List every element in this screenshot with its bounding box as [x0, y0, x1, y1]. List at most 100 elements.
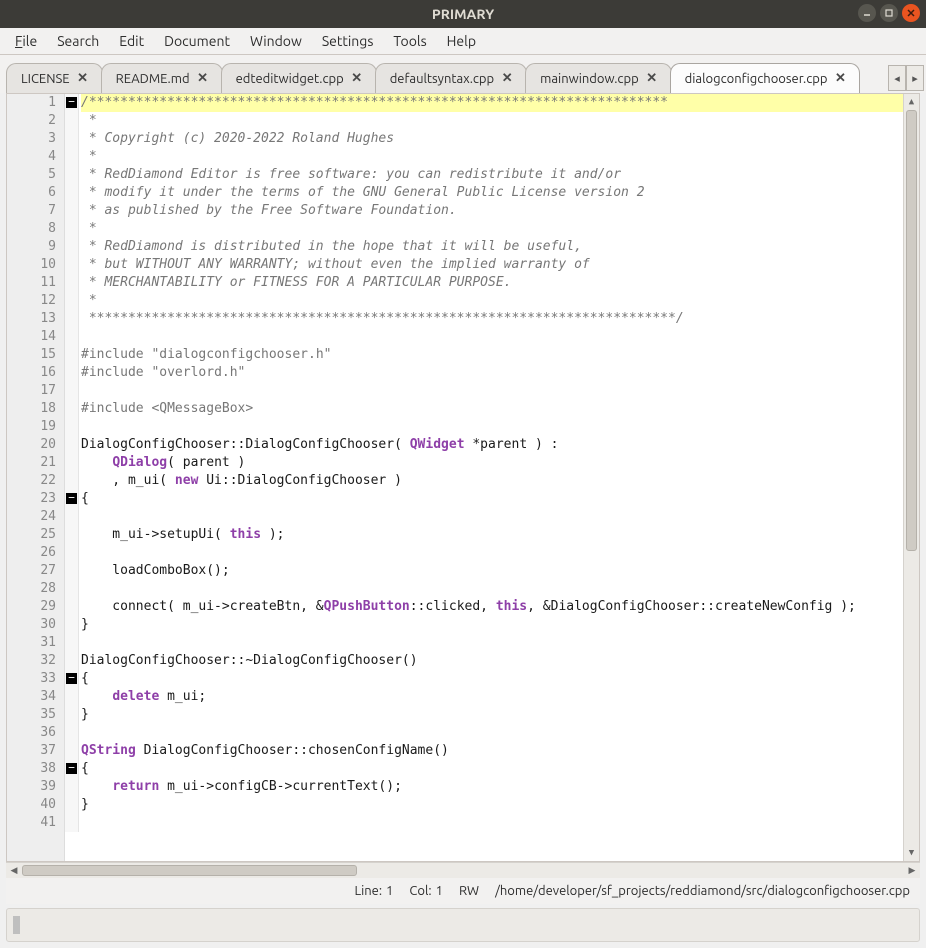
- tab-edteditwidget-cpp[interactable]: edteditwidget.cpp ✕: [221, 63, 377, 93]
- tab-scroll-left-button[interactable]: ◂: [888, 65, 906, 91]
- code-line[interactable]: [81, 328, 903, 346]
- fold-toggle-icon[interactable]: −: [66, 763, 77, 774]
- line-number: 33: [25, 670, 56, 688]
- code-line[interactable]: [81, 814, 903, 832]
- code-line[interactable]: *: [81, 220, 903, 238]
- code-line[interactable]: , m_ui( new Ui::DialogConfigChooser ): [81, 472, 903, 490]
- close-icon[interactable]: ✕: [76, 72, 90, 86]
- code-line[interactable]: {: [81, 670, 903, 688]
- code-line[interactable]: #include <QMessageBox>: [81, 400, 903, 418]
- line-number: 35: [25, 706, 56, 724]
- code-line[interactable]: [81, 544, 903, 562]
- code-line[interactable]: * Copyright (c) 2020-2022 Roland Hughes: [81, 130, 903, 148]
- status-col-label: Col:: [409, 884, 431, 898]
- fold-toggle-icon[interactable]: −: [66, 493, 77, 504]
- line-number: 37: [25, 742, 56, 760]
- status-filepath: /home/developer/sf_projects/reddiamond/s…: [495, 884, 910, 898]
- code-line[interactable]: *: [81, 148, 903, 166]
- code-content[interactable]: /***************************************…: [79, 94, 903, 861]
- code-line[interactable]: * modify it under the terms of the GNU G…: [81, 184, 903, 202]
- tab-scroll-right-button[interactable]: ▸: [906, 65, 924, 91]
- line-number: 4: [25, 148, 56, 166]
- horizontal-scrollbar[interactable]: ◀ ▶: [6, 862, 920, 878]
- code-line[interactable]: [81, 382, 903, 400]
- code-line[interactable]: [81, 580, 903, 598]
- line-number: 21: [25, 454, 56, 472]
- minimize-button[interactable]: [858, 4, 876, 22]
- code-line[interactable]: [81, 508, 903, 526]
- close-icon[interactable]: ✕: [645, 72, 659, 86]
- menu-item-edit[interactable]: Edit: [110, 30, 153, 52]
- tab-license[interactable]: LICENSE✕: [6, 63, 103, 93]
- code-line[interactable]: {: [81, 490, 903, 508]
- code-line[interactable]: DialogConfigChooser::DialogConfigChooser…: [81, 436, 903, 454]
- scroll-thumb-h[interactable]: [22, 865, 357, 876]
- line-number: 14: [25, 328, 56, 346]
- code-editor[interactable]: 1234567891011121314151617181920212223242…: [7, 94, 919, 861]
- code-line[interactable]: * but WITHOUT ANY WARRANTY; without even…: [81, 256, 903, 274]
- scroll-track-h[interactable]: [22, 863, 904, 878]
- code-line[interactable]: loadComboBox();: [81, 562, 903, 580]
- tab-readme-md[interactable]: README.md✕: [101, 63, 223, 93]
- vertical-scrollbar[interactable]: ▲ ▼: [903, 94, 919, 861]
- status-line-label: Line:: [354, 884, 382, 898]
- code-line[interactable]: {: [81, 760, 903, 778]
- fold-toggle-icon[interactable]: −: [66, 673, 77, 684]
- code-line[interactable]: [81, 634, 903, 652]
- editor-area: 1234567891011121314151617181920212223242…: [6, 93, 920, 862]
- tab-label: edteditwidget.cpp: [236, 72, 344, 86]
- menu-item-settings[interactable]: Settings: [313, 30, 383, 52]
- menu-item-tools[interactable]: Tools: [384, 30, 435, 52]
- line-number: 28: [25, 580, 56, 598]
- code-line[interactable]: QDialog( parent ): [81, 454, 903, 472]
- close-icon[interactable]: ✕: [350, 72, 364, 86]
- fold-toggle-icon[interactable]: −: [66, 97, 77, 108]
- code-line[interactable]: }: [81, 796, 903, 814]
- menu-item-search[interactable]: Search: [48, 30, 108, 52]
- menu-item-help[interactable]: Help: [438, 30, 485, 52]
- code-line[interactable]: [81, 418, 903, 436]
- close-icon[interactable]: ✕: [196, 72, 210, 86]
- scroll-left-icon[interactable]: ◀: [6, 863, 22, 878]
- code-line[interactable]: DialogConfigChooser::~DialogConfigChoose…: [81, 652, 903, 670]
- menu-item-window[interactable]: Window: [241, 30, 311, 52]
- code-line[interactable]: * RedDiamond is distributed in the hope …: [81, 238, 903, 256]
- code-line[interactable]: connect( m_ui->createBtn, &QPushButton::…: [81, 598, 903, 616]
- code-line[interactable]: *: [81, 112, 903, 130]
- line-number: 32: [25, 652, 56, 670]
- command-input[interactable]: [6, 908, 920, 942]
- menu-item-document[interactable]: Document: [155, 30, 239, 52]
- menu-item-file[interactable]: File: [6, 30, 46, 52]
- scroll-up-icon[interactable]: ▲: [904, 94, 919, 110]
- code-line[interactable]: #include "dialogconfigchooser.h": [81, 346, 903, 364]
- code-line[interactable]: #include "overlord.h": [81, 364, 903, 382]
- close-button[interactable]: [902, 4, 920, 22]
- code-line[interactable]: * as published by the Free Software Foun…: [81, 202, 903, 220]
- tab-defaultsyntax-cpp[interactable]: defaultsyntax.cpp✕: [375, 63, 527, 93]
- code-line[interactable]: [81, 724, 903, 742]
- close-icon[interactable]: ✕: [833, 72, 847, 86]
- code-line[interactable]: }: [81, 706, 903, 724]
- code-line[interactable]: * MERCHANTABILITY or FITNESS FOR A PARTI…: [81, 274, 903, 292]
- tab-dialogconfigchooser-cpp[interactable]: dialogconfigchooser.cpp ✕: [670, 63, 861, 93]
- code-line[interactable]: *: [81, 292, 903, 310]
- tab-label: dialogconfigchooser.cpp: [685, 72, 828, 86]
- scroll-thumb[interactable]: [906, 110, 917, 551]
- code-line[interactable]: * RedDiamond Editor is free software: yo…: [81, 166, 903, 184]
- maximize-button[interactable]: [880, 4, 898, 22]
- code-line[interactable]: /***************************************…: [81, 94, 903, 112]
- code-line[interactable]: ****************************************…: [81, 310, 903, 328]
- scroll-right-icon[interactable]: ▶: [904, 863, 920, 878]
- scroll-down-icon[interactable]: ▼: [904, 845, 919, 861]
- scroll-track[interactable]: [904, 110, 919, 845]
- close-icon[interactable]: ✕: [500, 72, 514, 86]
- code-line[interactable]: m_ui->setupUi( this );: [81, 526, 903, 544]
- code-line[interactable]: }: [81, 616, 903, 634]
- tab-mainwindow-cpp[interactable]: mainwindow.cpp✕: [525, 63, 672, 93]
- line-number: 18: [25, 400, 56, 418]
- code-line[interactable]: delete m_ui;: [81, 688, 903, 706]
- code-line[interactable]: return m_ui->configCB->currentText();: [81, 778, 903, 796]
- code-line[interactable]: QString DialogConfigChooser::chosenConfi…: [81, 742, 903, 760]
- fold-column[interactable]: − − − −: [65, 94, 79, 832]
- line-number: 9: [25, 238, 56, 256]
